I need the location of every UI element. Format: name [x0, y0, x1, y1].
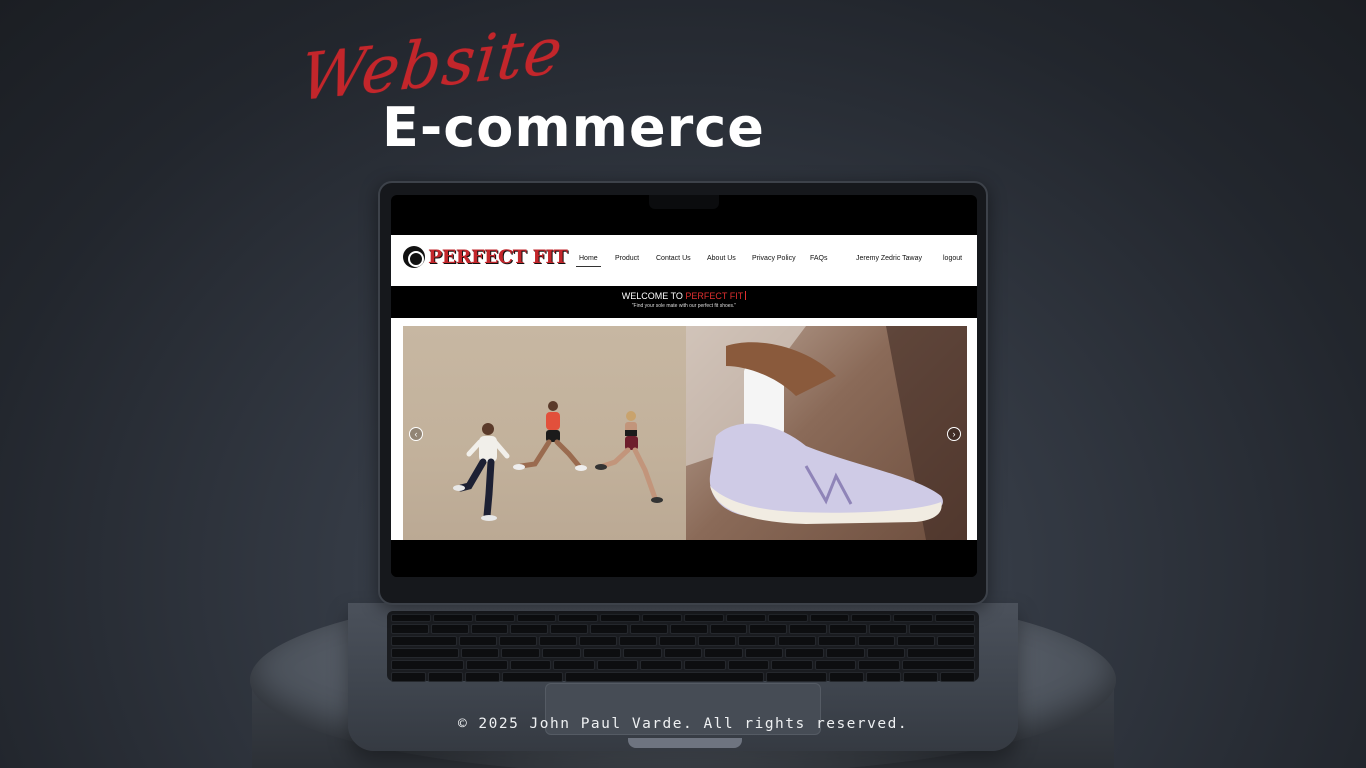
welcome-brand: PERFECT FIT — [685, 291, 744, 301]
nav-product[interactable]: Product — [615, 255, 639, 262]
tagline: "Find your sole mate with our perfect fi… — [631, 303, 737, 309]
screen-lower-area — [391, 540, 977, 577]
laptop-lid: PERFECT FIT Home Product Contact Us Abou… — [378, 181, 988, 605]
welcome-prefix: WELCOME TO — [621, 291, 686, 301]
typing-cursor — [745, 291, 747, 300]
camera-notch — [649, 195, 719, 209]
main-heading: E-commerce — [382, 96, 765, 159]
carousel-prev-button[interactable]: ‹ — [409, 427, 423, 441]
welcome-heading: WELCOME TO PERFECT FIT — [391, 291, 977, 301]
nav-about-us[interactable]: About Us — [707, 255, 736, 262]
nav-faqs[interactable]: FAQs — [810, 255, 828, 262]
laptop-keyboard — [387, 611, 979, 682]
nav-privacy-policy[interactable]: Privacy Policy — [752, 255, 796, 262]
site-header: PERFECT FIT Home Product Contact Us Abou… — [391, 235, 977, 286]
page-content: ‹ › — [391, 318, 977, 540]
laptop-front-lip — [628, 738, 742, 748]
nav-contact-us[interactable]: Contact Us — [656, 255, 691, 262]
user-name[interactable]: Jeremy Zedric Taway — [856, 255, 922, 262]
laptop-screen: PERFECT FIT Home Product Contact Us Abou… — [391, 195, 977, 577]
logo-text: PERFECT FIT — [428, 246, 568, 268]
logo-emblem-icon — [403, 246, 425, 268]
hero-carousel: ‹ › — [403, 326, 967, 540]
carousel-image-sneaker — [686, 326, 967, 540]
runner-figure-3 — [595, 411, 663, 503]
runner-figure-1 — [453, 423, 510, 521]
runner-figure-2 — [513, 401, 587, 471]
nav-home[interactable]: Home — [576, 255, 601, 267]
carousel-image-runners — [403, 326, 686, 540]
carousel-next-button[interactable]: › — [947, 427, 961, 441]
copyright-footer: © 2025 John Paul Varde. All rights reser… — [457, 716, 909, 732]
site-logo[interactable]: PERFECT FIT — [403, 246, 568, 268]
logout-link[interactable]: logout — [943, 255, 962, 262]
welcome-banner: WELCOME TO PERFECT FIT "Find your sole m… — [391, 286, 977, 318]
